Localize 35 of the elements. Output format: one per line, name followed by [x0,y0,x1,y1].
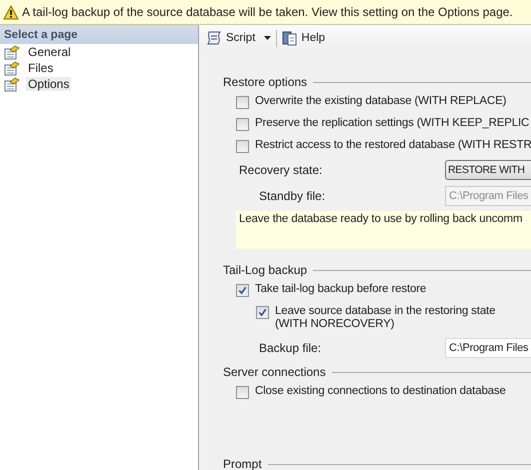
scroll-icon [206,30,223,46]
help-book-icon [282,30,298,46]
sidebar-header: Select a page [0,26,198,44]
checkbox-label: Leave source database in the restoring state (WITH NORECOVERY) [275,305,496,331]
recovery-state-dropdown[interactable]: RESTORE WITH [445,160,531,180]
page-icon [4,60,20,76]
field-label: Recovery state: [239,163,324,177]
toolbar-button[interactable]: Script [203,30,274,46]
input-field[interactable]: C:\Program Files [445,338,531,358]
section-heading: Tail-Log backup [223,263,308,277]
description-note: Leave the database ready to use by rolling back uncomm [236,211,531,249]
sidebar-item[interactable]: Files [26,61,56,75]
warning-icon [3,4,19,20]
checkbox-label: Preserve the replication settings (WITH KEEP_REPLIC [255,117,530,129]
checkbox[interactable] [236,118,249,131]
sidebar-item[interactable]: General [26,45,73,59]
checkbox[interactable] [236,140,249,153]
checkbox-label: Restrict access to the restored database (WITH RESTR [255,139,531,151]
section-heading: Restore options [223,75,308,89]
page-icon [4,76,20,92]
checkbox[interactable] [256,306,269,319]
section-heading: Server connections [223,365,326,379]
sidebar-item[interactable]: Options [26,77,72,91]
checkbox[interactable] [236,386,249,399]
checkbox-label: Close existing connections to destination database [255,385,506,397]
page-icon [4,44,20,60]
field-label: Standby file: [259,189,326,203]
warning-message: A tail-log backup of the source database will be taken. View this setting on the Options page. [22,5,513,19]
checkbox[interactable] [236,284,249,297]
caret-icon [264,36,272,40]
checkbox-label: Overwrite the existing database (WITH REPLACE) [255,95,506,107]
toolbar-button[interactable]: Help [279,30,328,46]
checkbox-label: Take tail-log backup before restore [255,283,426,295]
checkbox[interactable] [236,96,249,109]
field-label: Backup file: [259,341,322,355]
